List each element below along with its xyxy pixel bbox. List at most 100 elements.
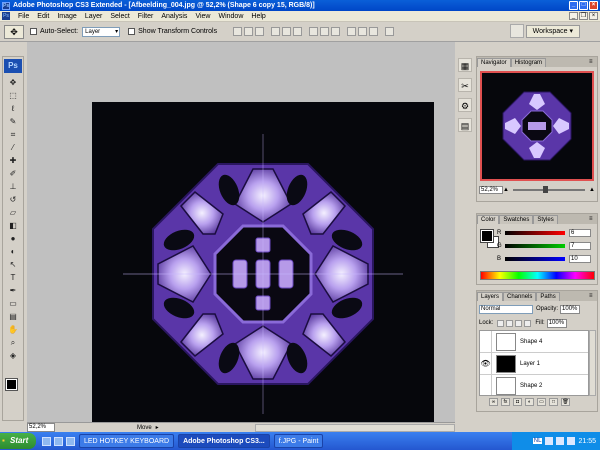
menu-layer[interactable]: Layer [81, 13, 107, 20]
distribute-vcenter-icon[interactable] [320, 27, 330, 36]
document-icon[interactable]: Ps [2, 12, 10, 20]
menu-edit[interactable]: Edit [33, 13, 53, 20]
layer-row[interactable]: Shape 4 [480, 331, 588, 353]
foreground-color-box[interactable] [480, 229, 494, 243]
quick-launch-icon[interactable] [66, 436, 75, 446]
tab-paths[interactable]: Paths [536, 292, 560, 301]
clone-stamp-tool-icon[interactable]: ⊥ [6, 181, 20, 192]
healing-brush-tool-icon[interactable]: ✚ [6, 155, 20, 166]
tab-layers[interactable]: Layers [477, 292, 504, 301]
marquee-tool-icon[interactable]: ⬚ [6, 90, 20, 101]
shape-tool-icon[interactable]: ▭ [6, 298, 20, 309]
tray-icon[interactable] [567, 437, 576, 445]
maximize-button[interactable]: □ [579, 1, 588, 10]
layer-style-icon[interactable]: fx [501, 398, 510, 406]
foreground-color-swatch[interactable] [5, 378, 18, 391]
layer-row[interactable]: Shape 2 [480, 374, 588, 395]
dodge-tool-icon[interactable]: ◐ [6, 246, 20, 257]
menu-analysis[interactable]: Analysis [157, 13, 191, 20]
show-transform-checkbox[interactable] [128, 28, 136, 35]
tab-channels[interactable]: Channels [503, 292, 537, 301]
red-slider[interactable] [505, 231, 565, 235]
task-photoshop[interactable]: Adobe Photoshop CS3... [178, 434, 270, 448]
link-layers-icon[interactable]: ∞ [489, 398, 498, 406]
opacity-field[interactable]: 100% [560, 304, 581, 314]
doc-minimize-button[interactable]: _ [569, 12, 578, 20]
quick-launch-icon[interactable] [54, 436, 63, 446]
zoom-tool-icon[interactable]: ⌕ [6, 337, 20, 348]
quick-launch-icon[interactable] [42, 436, 51, 446]
paint-bucket-tool-icon[interactable]: ◧ [6, 220, 20, 231]
align-bottom-icon[interactable] [255, 27, 265, 36]
delete-layer-icon[interactable]: 🗑 [561, 398, 570, 406]
history-brush-tool-icon[interactable]: ↺ [6, 194, 20, 205]
panel-menu-icon[interactable]: ≡ [589, 215, 597, 224]
blue-slider[interactable] [505, 257, 565, 261]
document-canvas[interactable] [92, 102, 434, 446]
red-value-field[interactable]: 6 [569, 229, 591, 237]
tab-histogram[interactable]: Histogram [510, 58, 547, 67]
task-led-hotkey[interactable]: LED HOTKEY KEYBOARD [79, 434, 175, 448]
zoom-in-icon[interactable]: ▲ [589, 187, 595, 193]
lock-all-icon[interactable] [524, 319, 532, 327]
navigator-zoom-slider[interactable] [512, 186, 586, 193]
align-top-icon[interactable] [233, 27, 243, 36]
brush-tool-icon[interactable]: ✐ [6, 168, 20, 179]
tab-color[interactable]: Color [477, 215, 500, 224]
menu-filter[interactable]: Filter [134, 13, 158, 20]
eye-icon[interactable]: 👁 [480, 352, 492, 375]
distribute-bottom-icon[interactable] [331, 27, 341, 36]
distribute-hcenter-icon[interactable] [358, 27, 368, 36]
move-tool-preset-icon[interactable]: ✥ [4, 24, 24, 39]
navigator-preview[interactable] [480, 71, 594, 181]
menu-view[interactable]: View [191, 13, 214, 20]
eyedropper-tool-icon[interactable]: ⁄ [6, 142, 20, 153]
hand-tool-icon[interactable]: ✋ [6, 324, 20, 335]
lock-position-icon[interactable] [515, 319, 523, 327]
close-button[interactable]: × [589, 1, 598, 10]
horizontal-scrollbar[interactable] [255, 424, 455, 432]
menu-file[interactable]: File [14, 13, 33, 20]
align-vcenter-icon[interactable] [244, 27, 254, 36]
panel-menu-icon[interactable]: ≡ [589, 292, 597, 301]
pen-tool-icon[interactable]: ✒ [6, 285, 20, 296]
tab-swatches[interactable]: Swatches [499, 215, 534, 224]
lock-transparent-icon[interactable] [497, 319, 505, 327]
visibility-toggle[interactable] [480, 374, 492, 395]
actions-panel-icon[interactable]: ✂ [458, 78, 472, 92]
task-paint[interactable]: f.JPG - Paint [273, 434, 324, 448]
path-select-tool-icon[interactable]: ↖ [6, 259, 20, 270]
3d-tool-icon[interactable]: ◈ [6, 350, 20, 361]
color-spectrum-ramp[interactable] [480, 271, 595, 280]
blue-value-field[interactable]: 10 [569, 255, 591, 263]
tool-presets-panel-icon[interactable]: ⚙ [458, 98, 472, 112]
start-button[interactable]: Start [0, 433, 36, 449]
menu-image[interactable]: Image [53, 13, 80, 20]
notes-tool-icon[interactable]: ▤ [6, 311, 20, 322]
distribute-left-icon[interactable] [347, 27, 357, 36]
layers-scrollbar[interactable] [589, 330, 596, 396]
tab-styles[interactable]: Styles [533, 215, 558, 224]
navigator-zoom-field[interactable]: 52,2% [479, 186, 503, 194]
language-indicator[interactable]: NL [532, 438, 543, 444]
align-right-icon[interactable] [293, 27, 303, 36]
align-left-icon[interactable] [271, 27, 281, 36]
lock-image-icon[interactable] [506, 319, 514, 327]
align-hcenter-icon[interactable] [282, 27, 292, 36]
new-group-icon[interactable]: ▭ [537, 398, 546, 406]
move-tool-icon[interactable]: ✥ [6, 77, 20, 88]
fill-field[interactable]: 100% [546, 318, 567, 328]
quick-select-tool-icon[interactable]: ✎ [6, 116, 20, 127]
distribute-right-icon[interactable] [369, 27, 379, 36]
tab-navigator[interactable]: Navigator [477, 58, 511, 67]
crop-tool-icon[interactable]: ⌗ [6, 129, 20, 140]
menu-window[interactable]: Window [214, 13, 247, 20]
distribute-top-icon[interactable] [309, 27, 319, 36]
workspace-button[interactable]: Workspace ▾ [525, 25, 580, 38]
green-slider[interactable] [505, 244, 565, 248]
layer-mask-icon[interactable]: ◘ [513, 398, 522, 406]
panel-menu-icon[interactable]: ≡ [589, 58, 597, 67]
type-tool-icon[interactable]: T [6, 272, 20, 283]
layer-row[interactable]: 👁 Layer 1 [480, 352, 588, 375]
photoshop-logo[interactable]: Ps [4, 59, 22, 73]
